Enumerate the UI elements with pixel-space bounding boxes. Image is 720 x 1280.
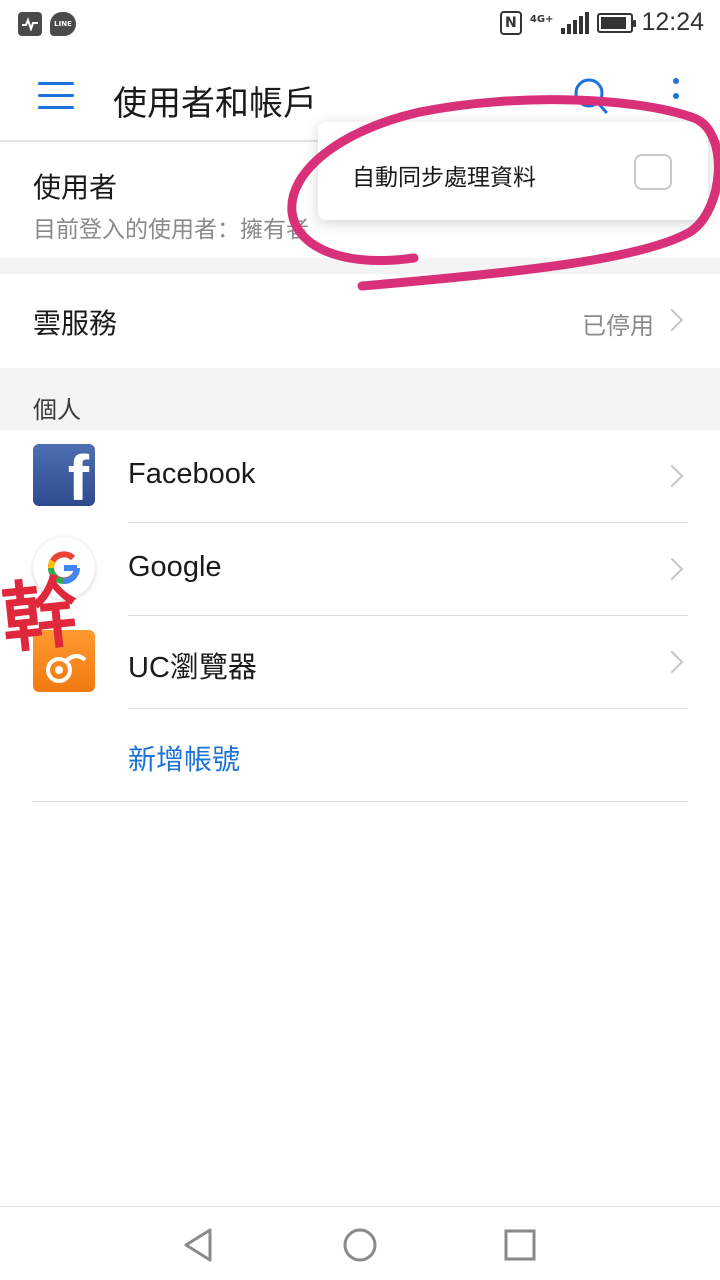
- user-subtitle: 目前登入的使用者：擁有者: [33, 217, 309, 243]
- cloud-service-label: 雲服務: [33, 307, 118, 340]
- section-gap: [0, 258, 720, 274]
- page-title: 使用者和帳戶: [113, 84, 317, 124]
- nfc-icon: N: [499, 10, 522, 35]
- section-header-label: 個人: [33, 396, 81, 424]
- signal-icon: [561, 11, 590, 34]
- chevron-right-icon: [660, 308, 684, 332]
- notification-icons: LINE: [18, 12, 76, 36]
- add-account-button[interactable]: 新增帳號: [128, 738, 240, 778]
- chevron-right-icon: [660, 464, 684, 488]
- chevron-right-icon: [660, 557, 684, 581]
- back-icon[interactable]: [180, 1225, 220, 1265]
- activity-icon: [18, 12, 42, 36]
- chevron-right-icon: [660, 650, 684, 674]
- recents-icon[interactable]: [500, 1225, 540, 1265]
- auto-sync-checkbox[interactable]: [634, 154, 672, 190]
- facebook-icon: f: [33, 444, 95, 506]
- auto-sync-label[interactable]: 自動同步處理資料: [352, 158, 536, 192]
- account-row-google[interactable]: Google: [0, 523, 720, 616]
- home-icon[interactable]: [340, 1225, 380, 1265]
- user-title: 使用者: [33, 171, 118, 204]
- status-indicators: N 4G+ 12:24: [499, 8, 704, 37]
- account-row-facebook[interactable]: f Facebook: [0, 430, 720, 523]
- account-label: Google: [128, 551, 222, 583]
- more-vert-icon[interactable]: [664, 76, 688, 116]
- account-label: UC瀏覽器: [128, 652, 257, 684]
- divider: [128, 708, 688, 709]
- handwritten-stamp: 幹: [0, 567, 83, 664]
- navigation-bar: [0, 1206, 720, 1280]
- clock: 12:24: [641, 8, 704, 36]
- account-row-uc-browser[interactable]: UC瀏覽器: [0, 616, 720, 709]
- section-header-personal: 個人: [0, 368, 720, 430]
- battery-icon: [597, 12, 637, 33]
- menu-icon[interactable]: [38, 82, 74, 110]
- cloud-service-status: 已停用: [582, 312, 654, 340]
- overflow-popup-menu: 自動同步處理資料: [318, 122, 708, 220]
- divider: [32, 801, 688, 802]
- account-label: Facebook: [128, 458, 256, 490]
- cloud-service-row[interactable]: 雲服務 已停用: [0, 274, 720, 368]
- search-icon[interactable]: [572, 76, 608, 116]
- line-app-icon: LINE: [50, 12, 76, 36]
- status-bar: LINE N 4G+ 12:24: [0, 0, 720, 50]
- network-type: 4G+: [529, 13, 554, 25]
